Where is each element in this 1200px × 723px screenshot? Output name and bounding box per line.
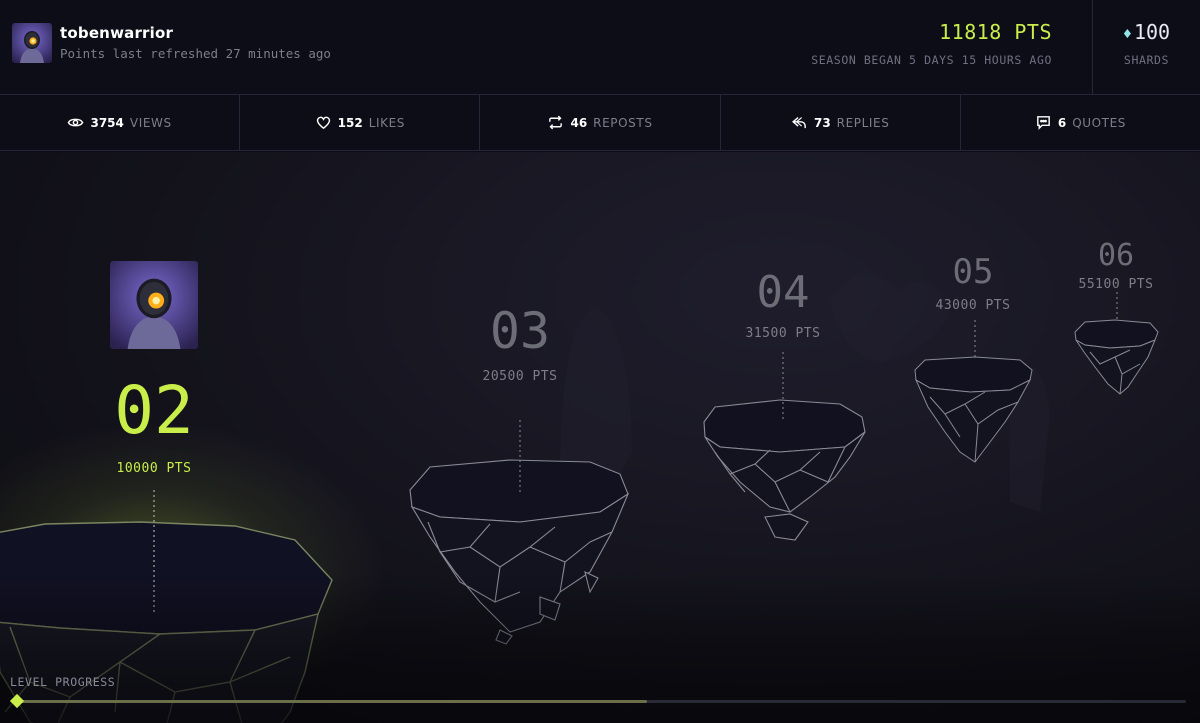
stat-reposts: 46 REPOSTS	[480, 95, 721, 150]
level-map: 02 10000 PTS 03 20500 PTS 04 31500 PTS 0…	[0, 152, 1200, 723]
level-05-number: 05	[952, 252, 994, 292]
level-05-points: 43000 PTS	[935, 298, 1011, 313]
eye-icon	[68, 118, 84, 127]
robot-helmet-avatar-icon	[110, 261, 198, 349]
replies-count: 73	[813, 115, 831, 130]
heart-icon	[316, 116, 330, 130]
reply-icon	[792, 117, 806, 129]
level-progress-label: LEVEL PROGRESS	[10, 675, 116, 689]
level-04-number: 04	[756, 267, 810, 318]
quotes-count: 6	[1057, 115, 1067, 130]
reposts-label: REPOSTS	[593, 115, 653, 130]
shards-value: ♦ 100	[1093, 20, 1200, 44]
level-04-points: 31500 PTS	[745, 326, 821, 341]
avatar[interactable]	[12, 23, 52, 63]
engagement-stats: 3754 VIEWS 152 LIKES 46 REPOSTS 73 REPLI…	[0, 95, 1200, 151]
diamond-icon: ♦	[1122, 25, 1132, 43]
likes-count: 152	[337, 115, 363, 130]
total-points: 11818 PTS	[939, 20, 1052, 44]
replies-label: REPLIES	[836, 115, 890, 130]
profile-header: tobenwarrior Points last refreshed 27 mi…	[0, 0, 1200, 95]
robot-helmet-avatar-icon	[12, 23, 52, 63]
header-divider	[1092, 0, 1093, 95]
stat-replies: 73 REPLIES	[721, 95, 961, 150]
season-status: SEASON BEGAN 5 DAYS 15 HOURS AGO	[811, 53, 1052, 67]
island-level-06	[1074, 319, 1159, 395]
stat-likes: 152 LIKES	[240, 95, 481, 150]
island-level-04	[703, 399, 866, 541]
shards-label: SHARDS	[1123, 53, 1170, 67]
current-level-avatar	[110, 261, 198, 349]
refresh-status: Points last refreshed 27 minutes ago	[60, 46, 331, 61]
repost-icon	[549, 115, 563, 130]
reposts-count: 46	[570, 115, 588, 130]
stat-quotes: 6 QUOTES	[961, 95, 1200, 150]
views-count: 3754	[90, 115, 124, 130]
level-06-number: 06	[1097, 238, 1135, 273]
quote-icon	[1036, 116, 1050, 130]
views-label: VIEWS	[129, 115, 172, 130]
level-06-points: 55100 PTS	[1078, 277, 1154, 292]
quotes-label: QUOTES	[1072, 115, 1126, 130]
level-progress-bar	[14, 700, 1186, 703]
stat-views: 3754 VIEWS	[0, 95, 241, 150]
level-03-number: 03	[489, 302, 551, 360]
level-02-points: 10000 PTS	[116, 461, 192, 476]
username[interactable]: tobenwarrior	[60, 24, 173, 42]
level-progress-fill	[14, 700, 647, 703]
shards-count: 100	[1133, 20, 1171, 44]
likes-label: LIKES	[368, 115, 405, 130]
level-03-points: 20500 PTS	[482, 369, 558, 384]
level-02-number: 02	[114, 372, 194, 449]
